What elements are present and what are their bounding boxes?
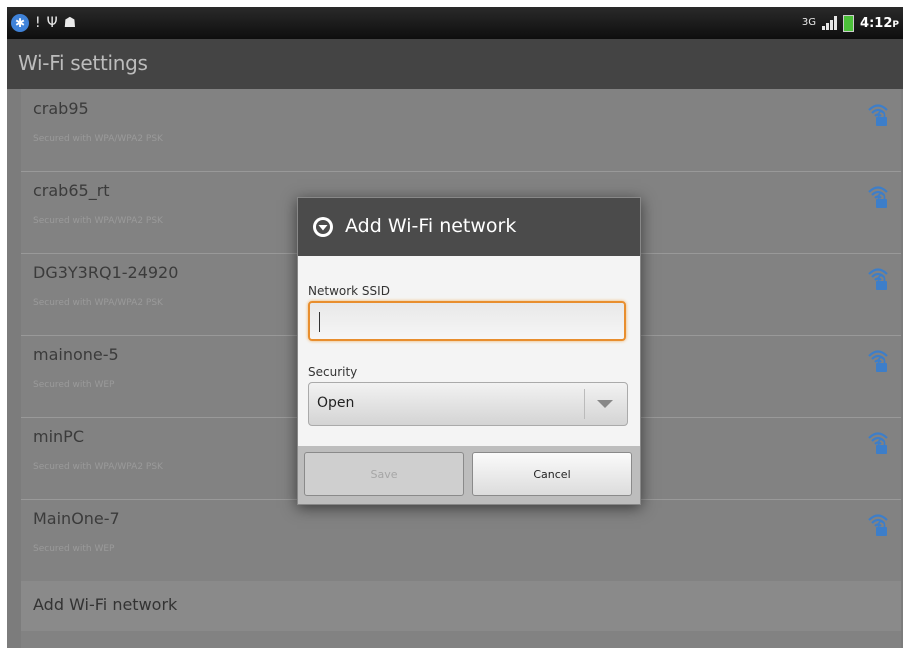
network-name: crab95 <box>33 99 89 118</box>
dialog-title: Add Wi-Fi network <box>345 215 517 237</box>
network-name: crab65_rt <box>33 181 110 200</box>
ssid-label: Network SSID <box>308 284 390 298</box>
security-label: Security <box>308 365 358 379</box>
wifi-locked-icon <box>868 268 888 290</box>
network-item-crab95[interactable]: crab95 Secured with WPA/WPA2 PSK <box>21 89 901 172</box>
network-security: Secured with WPA/WPA2 PSK <box>33 462 163 472</box>
network-security: Secured with WPA/WPA2 PSK <box>33 298 163 308</box>
wifi-locked-icon <box>868 514 888 536</box>
bluetooth-icon: ✱ <box>11 14 29 32</box>
add-network-dialog: Add Wi-Fi network Network SSID Security … <box>297 197 641 505</box>
dialog-header: Add Wi-Fi network <box>298 198 640 256</box>
cancel-button[interactable]: Cancel <box>472 452 632 496</box>
network-security: Secured with WPA/WPA2 PSK <box>33 216 163 226</box>
dropdown-circle-icon <box>313 217 333 237</box>
battery-icon <box>843 14 855 32</box>
3g-icon: 3G <box>801 17 817 28</box>
chevron-down-icon <box>597 400 613 408</box>
add-network-label: Add Wi-Fi network <box>33 595 178 614</box>
clock-time: 4:12 <box>860 15 893 31</box>
save-button[interactable]: Save <box>304 452 464 496</box>
wifi-locked-icon <box>868 104 888 126</box>
status-bar: ✱ ! Ψ ☗ 3G 4:12P <box>7 7 903 39</box>
network-name: mainone-5 <box>33 345 119 364</box>
network-security: Secured with WEP <box>33 380 115 390</box>
alert-icon: ! <box>35 15 41 31</box>
dialog-footer: Save Cancel <box>298 446 640 504</box>
wifi-locked-icon <box>868 186 888 208</box>
security-select[interactable]: Open <box>308 382 628 426</box>
text-cursor <box>319 312 320 332</box>
network-item-mainone-7[interactable]: MainOne-7 Secured with WEP <box>21 499 901 582</box>
page-title: Wi-Fi settings <box>18 51 148 75</box>
clock-suffix: P <box>892 19 899 30</box>
network-security: Secured with WPA/WPA2 PSK <box>33 134 163 144</box>
security-value: Open <box>317 395 355 411</box>
network-name: minPC <box>33 427 84 446</box>
device-screen: ✱ ! Ψ ☗ 3G 4:12P Wi-Fi settings crab95 S… <box>7 7 903 648</box>
select-divider <box>584 389 585 419</box>
add-network-row[interactable]: Add Wi-Fi network <box>21 581 901 631</box>
ssid-input[interactable] <box>308 301 626 341</box>
clock: 4:12P <box>860 16 899 31</box>
system-icons: 3G 4:12P <box>802 11 899 35</box>
wifi-locked-icon <box>868 350 888 372</box>
title-bar: Wi-Fi settings <box>7 39 903 89</box>
usb-icon: Ψ <box>46 15 58 31</box>
network-security: Secured with WEP <box>33 544 115 554</box>
signal-icon <box>822 16 838 30</box>
android-debug-icon: ☗ <box>63 15 77 31</box>
network-name: MainOne-7 <box>33 509 120 528</box>
notification-icons: ✱ ! Ψ ☗ <box>11 11 76 35</box>
wifi-locked-icon <box>868 432 888 454</box>
network-name: DG3Y3RQ1-24920 <box>33 263 179 282</box>
